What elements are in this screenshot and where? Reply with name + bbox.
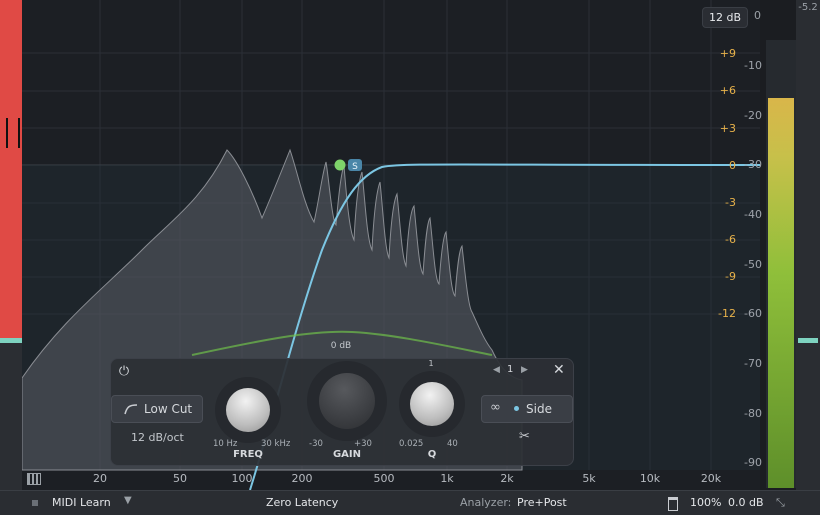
analyzer-mode-button[interactable]: Pre+Post [517, 496, 567, 509]
left-level-meter [0, 0, 22, 490]
db-scale-label: -30 [722, 158, 762, 171]
freq-label: 500 [364, 472, 404, 485]
freq-label: 50 [160, 472, 200, 485]
meter-peak-value[interactable]: -5.2 [797, 2, 819, 13]
scissors-icon[interactable]: ✂ [519, 429, 530, 444]
gain-knob[interactable] [307, 361, 387, 441]
db-scale-label: -80 [722, 407, 762, 420]
gain-scale-label: -9 [696, 270, 736, 283]
stereo-mode-button[interactable]: ∞ Side [481, 395, 573, 423]
gain-knob-cap [319, 373, 375, 429]
db-scale-label: -40 [722, 208, 762, 221]
db-scale-label: -90 [722, 456, 762, 469]
q-max-label: 40 [447, 439, 458, 449]
freq-knob[interactable] [215, 377, 281, 443]
midi-learn-button[interactable]: MIDI Learn [52, 496, 111, 509]
midi-indicator-icon [32, 500, 38, 506]
freq-label: 10k [630, 472, 670, 485]
freq-min-label: 10 Hz [213, 439, 237, 449]
band-number: 1 [507, 364, 513, 375]
analyzer-label: Analyzer: [460, 496, 511, 509]
freq-label: 2k [487, 472, 527, 485]
piano-display-icon[interactable] [27, 473, 41, 485]
side-indicator-dot [514, 406, 519, 411]
zoom-button[interactable]: 100% [690, 496, 721, 509]
db-scale-label: -60 [722, 307, 762, 320]
freq-max-label: 30 kHz [261, 439, 290, 449]
freq-label: 5k [569, 472, 609, 485]
db-scale-label: -10 [722, 59, 762, 72]
display-range-button[interactable]: 12 dB [702, 7, 748, 28]
prev-band-icon[interactable]: ◀ [493, 365, 500, 375]
band-node[interactable] [335, 160, 346, 171]
db-scale-label: -50 [722, 258, 762, 271]
latency-mode-button[interactable]: Zero Latency [266, 496, 338, 509]
freq-knob-cap [226, 388, 270, 432]
gain-knob-label: GAIN [324, 449, 370, 460]
meter-scale-zero: 0 [754, 9, 761, 22]
close-icon[interactable]: ✕ [553, 362, 565, 378]
left-meter-clip-indicator [0, 0, 22, 340]
link-icon: ∞ [490, 400, 501, 415]
left-meter-handle[interactable] [6, 118, 20, 148]
gain-value-label: 0 dB [321, 341, 361, 351]
freq-label: 200 [282, 472, 322, 485]
db-scale-label: -20 [722, 109, 762, 122]
gain-min-label: -30 [309, 439, 323, 449]
band-control-panel: ⏻ Low Cut 12 dB/oct 10 Hz 30 kHz FREQ 0 … [110, 358, 574, 466]
filter-type-button[interactable]: Low Cut [111, 395, 203, 423]
slope-selector[interactable]: 12 dB/oct [131, 431, 184, 444]
q-min-label: 0.025 [399, 439, 423, 449]
band-badge-label: S [352, 162, 358, 172]
db-scale-label: -70 [722, 357, 762, 370]
q-value-label: 1 [424, 359, 438, 368]
left-meter-marker [0, 338, 22, 343]
freq-label: 20 [80, 472, 120, 485]
stereo-mode-label: Side [526, 402, 552, 416]
output-meter-scale [796, 0, 820, 490]
output-meter-fill [768, 98, 794, 488]
filter-type-label: Low Cut [144, 402, 192, 416]
low-cut-shape-icon [124, 403, 138, 415]
gain-scale-label: -6 [696, 233, 736, 246]
gain-scale-label: +3 [696, 122, 736, 135]
right-meter-marker [798, 338, 818, 343]
resize-icon[interactable]: ⤡ [776, 496, 785, 510]
next-band-icon[interactable]: ▶ [521, 365, 528, 375]
gain-scale-label: +6 [696, 84, 736, 97]
q-knob[interactable] [399, 371, 465, 437]
freq-label: 100 [222, 472, 262, 485]
bottom-bar: MIDI Learn ▼ Zero Latency Analyzer: Pre+… [0, 490, 820, 515]
freq-knob-label: FREQ [225, 449, 271, 460]
q-knob-label: Q [409, 449, 455, 460]
freq-label: 20k [691, 472, 731, 485]
band-power-icon[interactable]: ⏻ [117, 365, 131, 379]
midi-dropdown-icon[interactable]: ▼ [124, 495, 132, 506]
output-gain-value[interactable]: 0.0 dB [728, 496, 764, 509]
q-knob-cap [410, 382, 454, 426]
bypass-icon[interactable] [668, 497, 678, 511]
gain-max-label: +30 [354, 439, 372, 449]
freq-label: 1k [427, 472, 467, 485]
output-level-meter [766, 40, 796, 488]
